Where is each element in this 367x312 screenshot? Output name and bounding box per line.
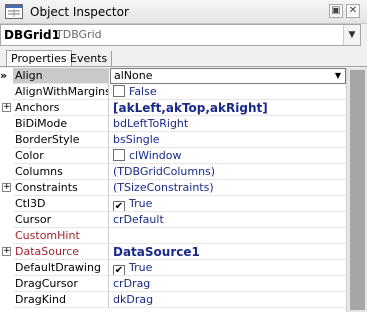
- row-gutter: »: [0, 68, 12, 84]
- row-gutter: [0, 292, 12, 308]
- property-row-datasource[interactable]: + DataSource DataSource1: [0, 244, 346, 260]
- property-row-customhint[interactable]: CustomHint: [0, 228, 346, 244]
- property-value[interactable]: (TDBGridColumns): [110, 164, 346, 180]
- property-value[interactable]: (TSizeConstraints): [110, 180, 346, 196]
- property-value: True: [129, 197, 153, 210]
- color-swatch-icon: [113, 149, 125, 161]
- row-gutter: +: [0, 244, 12, 260]
- pin-button[interactable]: ▣: [329, 4, 343, 18]
- tab-events[interactable]: Events: [66, 51, 113, 67]
- property-value[interactable]: [akLeft,akTop,akRight]: [110, 100, 346, 116]
- property-row-color[interactable]: Color clWindow: [0, 148, 346, 164]
- property-value[interactable]: bsSingle: [110, 132, 346, 148]
- property-value-cell[interactable]: False: [110, 84, 346, 100]
- property-name: Columns: [13, 164, 109, 180]
- scrollbar-thumb[interactable]: [350, 70, 365, 310]
- row-gutter: [0, 84, 12, 100]
- property-name: BorderStyle: [13, 132, 109, 148]
- property-value-cell[interactable]: clWindow: [110, 148, 346, 164]
- property-value[interactable]: DataSource1: [110, 244, 346, 260]
- row-gutter: [0, 132, 12, 148]
- component-selector[interactable]: DBGrid1 TDBGrid ▼: [0, 24, 361, 46]
- property-name: DataSource: [13, 244, 109, 260]
- tab-divider: [0, 66, 367, 67]
- row-gutter: +: [0, 180, 12, 196]
- property-value[interactable]: bdLeftToRight: [110, 116, 346, 132]
- checkbox-checked[interactable]: ✔: [113, 201, 125, 211]
- property-grid: » Align alNone ▼ AlignWithMargins False …: [0, 68, 346, 312]
- expand-icon[interactable]: +: [2, 183, 11, 192]
- property-row-columns[interactable]: Columns (TDBGridColumns): [0, 164, 346, 180]
- property-value-cell[interactable]: ✔ True: [110, 260, 346, 276]
- property-row-borderstyle[interactable]: BorderStyle bsSingle: [0, 132, 346, 148]
- row-gutter: [0, 116, 12, 132]
- property-value-combo[interactable]: alNone ▼: [110, 68, 346, 84]
- property-name: Ctl3D: [13, 196, 109, 212]
- chevron-down-icon[interactable]: ▼: [332, 70, 344, 82]
- property-name: DefaultDrawing: [13, 260, 109, 276]
- property-value: True: [129, 261, 153, 274]
- title-bar: Object Inspector ▣ ✕: [0, 0, 367, 24]
- object-inspector-icon: [5, 4, 23, 19]
- property-name: DragCursor: [13, 276, 109, 292]
- property-value[interactable]: dkDrag: [110, 292, 346, 308]
- property-value: alNone: [114, 69, 153, 82]
- property-value[interactable]: crDrag: [110, 276, 346, 292]
- property-row-anchors[interactable]: + Anchors [akLeft,akTop,akRight]: [0, 100, 346, 116]
- property-value[interactable]: [110, 228, 346, 244]
- row-gutter: [0, 228, 12, 244]
- property-row-alignwithmargins[interactable]: AlignWithMargins False: [0, 84, 346, 100]
- property-row-align[interactable]: » Align alNone ▼: [0, 68, 346, 84]
- property-value[interactable]: crDefault: [110, 212, 346, 228]
- property-row-dragkind[interactable]: DragKind dkDrag: [0, 292, 346, 308]
- row-gutter: [0, 196, 12, 212]
- tab-properties[interactable]: Properties: [6, 50, 72, 67]
- property-row-cursor[interactable]: Cursor crDefault: [0, 212, 346, 228]
- row-gutter: [0, 212, 12, 228]
- property-name: BiDiMode: [13, 116, 109, 132]
- chevron-down-icon[interactable]: ▼: [343, 25, 360, 45]
- property-row-defaultdrawing[interactable]: DefaultDrawing ✔ True: [0, 260, 346, 276]
- vertical-scrollbar[interactable]: [346, 68, 367, 312]
- property-name: Align: [13, 68, 109, 84]
- expand-icon[interactable]: +: [2, 247, 11, 256]
- property-name: Cursor: [13, 212, 109, 228]
- property-name: CustomHint: [13, 228, 109, 244]
- property-name: Anchors: [13, 100, 109, 116]
- row-gutter: [0, 164, 12, 180]
- component-name: DBGrid1: [4, 28, 60, 42]
- property-name: AlignWithMargins: [13, 84, 109, 100]
- row-gutter: [0, 276, 12, 292]
- row-gutter: [0, 148, 12, 164]
- row-gutter: [0, 260, 12, 276]
- row-gutter: +: [0, 100, 12, 116]
- property-value: clWindow: [129, 149, 182, 162]
- component-type: TDBGrid: [56, 28, 102, 41]
- property-row-ctl3d[interactable]: Ctl3D ✔ True: [0, 196, 346, 212]
- property-row-constraints[interactable]: + Constraints (TSizeConstraints): [0, 180, 346, 196]
- property-value-cell[interactable]: ✔ True: [110, 196, 346, 212]
- property-row-bidimode[interactable]: BiDiMode bdLeftToRight: [0, 116, 346, 132]
- window-title: Object Inspector: [30, 5, 129, 19]
- expand-icon[interactable]: +: [2, 103, 11, 112]
- tab-bar: Properties Events: [0, 50, 367, 67]
- property-name: Color: [13, 148, 109, 164]
- property-value: False: [129, 85, 157, 98]
- property-name: Constraints: [13, 180, 109, 196]
- property-name: DragKind: [13, 292, 109, 308]
- checkbox-checked[interactable]: ✔: [113, 265, 125, 275]
- checkbox-unchecked[interactable]: [113, 85, 125, 97]
- close-button[interactable]: ✕: [346, 4, 360, 18]
- property-row-dragcursor[interactable]: DragCursor crDrag: [0, 276, 346, 292]
- current-row-marker-icon: »: [0, 69, 8, 82]
